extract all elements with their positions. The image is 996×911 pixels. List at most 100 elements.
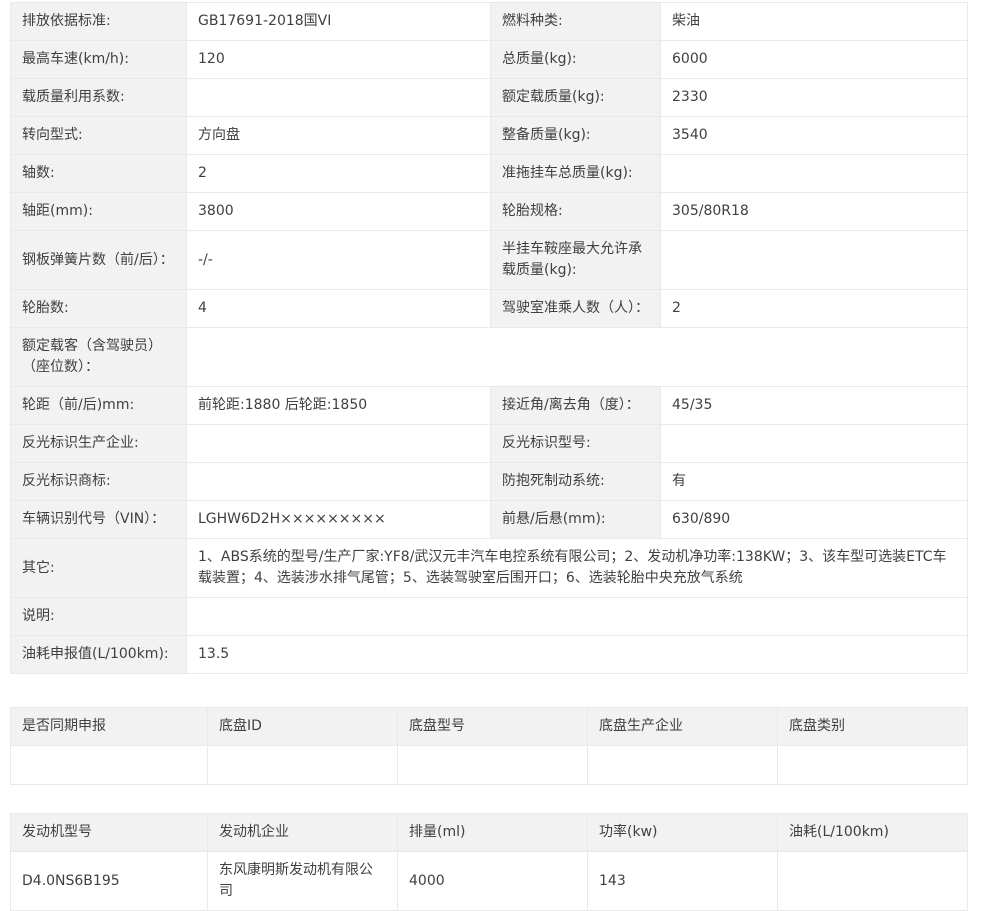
engine-table-head: 发动机型号发动机企业排量(ml)功率(kw)油耗(L/100km) (11, 814, 968, 852)
spec-row: 轮胎数:4驾驶室准乘人数（人）：2 (11, 290, 968, 328)
spec-row: 轴距(mm):3800轮胎规格:305/80R18 (11, 193, 968, 231)
chassis-header-cell: 底盘类别 (778, 708, 968, 746)
spec-label-cell: 防抱死制动系统: (491, 463, 661, 501)
engine-cell: 143 (588, 852, 778, 911)
spec-value-cell: 前轮距:1880 后轮距:1850 (187, 387, 491, 425)
spec-row: 其它:1、ABS系统的型号/生产厂家:YF8/武汉元丰汽车电控系统有限公司；2、… (11, 539, 968, 598)
spec-value-cell (187, 328, 968, 387)
spec-label-cell: 转向型式: (11, 117, 187, 155)
engine-data-row: D4.0NS6B195东风康明斯发动机有限公司4000143 (11, 852, 968, 911)
spec-label-cell: 反光标识生产企业: (11, 425, 187, 463)
spec-label-cell: 轮胎数: (11, 290, 187, 328)
spec-value-cell: 1、ABS系统的型号/生产厂家:YF8/武汉元丰汽车电控系统有限公司；2、发动机… (187, 539, 968, 598)
chassis-header-cell: 底盘ID (208, 708, 398, 746)
engine-table: 发动机型号发动机企业排量(ml)功率(kw)油耗(L/100km) D4.0NS… (10, 813, 968, 911)
spec-label-cell: 燃料种类: (491, 3, 661, 41)
chassis-data-row (11, 746, 968, 785)
spec-label-cell: 接近角/离去角（度）： (491, 387, 661, 425)
spec-row: 轮距（前/后)mm:前轮距:1880 后轮距:1850接近角/离去角（度）：45… (11, 387, 968, 425)
spec-value-cell: 柴油 (661, 3, 968, 41)
spec-label-cell: 准拖挂车总质量(kg): (491, 155, 661, 193)
spec-row: 油耗申报值(L/100km):13.5 (11, 636, 968, 674)
vehicle-spec-table-body: 排放依据标准:GB17691-2018国VI燃料种类:柴油最高车速(km/h):… (11, 3, 968, 674)
spec-label-cell: 前悬/后悬(mm): (491, 501, 661, 539)
spec-value-cell (661, 231, 968, 290)
engine-table-body: D4.0NS6B195东风康明斯发动机有限公司4000143 (11, 852, 968, 911)
spec-row: 最高车速(km/h):120总质量(kg):6000 (11, 41, 968, 79)
vehicle-spec-table: 排放依据标准:GB17691-2018国VI燃料种类:柴油最高车速(km/h):… (10, 2, 968, 674)
spec-label-cell: 半挂车鞍座最大允许承载质量(kg): (491, 231, 661, 290)
spec-label-cell: 油耗申报值(L/100km): (11, 636, 187, 674)
spec-label-cell: 其它: (11, 539, 187, 598)
spec-label-cell: 轮胎规格: (491, 193, 661, 231)
spec-value-cell: 有 (661, 463, 968, 501)
chassis-header-row: 是否同期申报底盘ID底盘型号底盘生产企业底盘类别 (11, 708, 968, 746)
chassis-cell (778, 746, 968, 785)
spec-value-cell: 6000 (661, 41, 968, 79)
spec-value-cell: 45/35 (661, 387, 968, 425)
spec-label-cell: 总质量(kg): (491, 41, 661, 79)
spec-value-cell: 2 (187, 155, 491, 193)
spec-row: 排放依据标准:GB17691-2018国VI燃料种类:柴油 (11, 3, 968, 41)
spec-label-cell: 整备质量(kg): (491, 117, 661, 155)
engine-cell: D4.0NS6B195 (11, 852, 208, 911)
engine-header-cell: 排量(ml) (398, 814, 588, 852)
chassis-table-head: 是否同期申报底盘ID底盘型号底盘生产企业底盘类别 (11, 708, 968, 746)
spec-value-cell: -/- (187, 231, 491, 290)
spec-value-cell: 3540 (661, 117, 968, 155)
spec-label-cell: 排放依据标准: (11, 3, 187, 41)
vehicle-announcement-spec-page: 排放依据标准:GB17691-2018国VI燃料种类:柴油最高车速(km/h):… (0, 0, 967, 911)
spec-value-cell: 2 (661, 290, 968, 328)
spec-row: 反光标识商标:防抱死制动系统:有 (11, 463, 968, 501)
engine-cell: 4000 (398, 852, 588, 911)
chassis-table: 是否同期申报底盘ID底盘型号底盘生产企业底盘类别 (10, 707, 968, 785)
spec-value-cell (187, 463, 491, 501)
spec-row: 额定载客（含驾驶员）（座位数）： (11, 328, 968, 387)
spec-value-cell: 3800 (187, 193, 491, 231)
spec-label-cell: 额定载客（含驾驶员）（座位数）： (11, 328, 187, 387)
spec-value-cell: 120 (187, 41, 491, 79)
chassis-cell (398, 746, 588, 785)
chassis-header-cell: 底盘生产企业 (588, 708, 778, 746)
spec-value-cell: 13.5 (187, 636, 968, 674)
engine-header-cell: 发动机企业 (208, 814, 398, 852)
spec-value-cell: 305/80R18 (661, 193, 968, 231)
spec-label-cell: 驾驶室准乘人数（人）： (491, 290, 661, 328)
spec-value-cell: 630/890 (661, 501, 968, 539)
spec-label-cell: 轴距(mm): (11, 193, 187, 231)
spec-value-cell (187, 425, 491, 463)
engine-cell (778, 852, 968, 911)
spec-label-cell: 轮距（前/后)mm: (11, 387, 187, 425)
engine-cell: 东风康明斯发动机有限公司 (208, 852, 398, 911)
spec-row: 载质量利用系数:额定载质量(kg):2330 (11, 79, 968, 117)
spec-value-cell: LGHW6D2H××××××××× (187, 501, 491, 539)
engine-header-cell: 功率(kw) (588, 814, 778, 852)
chassis-cell (11, 746, 208, 785)
chassis-header-cell: 是否同期申报 (11, 708, 208, 746)
chassis-cell (208, 746, 398, 785)
spec-value-cell: GB17691-2018国VI (187, 3, 491, 41)
spec-row: 转向型式:方向盘整备质量(kg):3540 (11, 117, 968, 155)
engine-header-row: 发动机型号发动机企业排量(ml)功率(kw)油耗(L/100km) (11, 814, 968, 852)
spec-label-cell: 钢板弹簧片数（前/后）： (11, 231, 187, 290)
spec-label-cell: 轴数: (11, 155, 187, 193)
spec-row: 车辆识别代号（VIN）：LGHW6D2H×××××××××前悬/后悬(mm):6… (11, 501, 968, 539)
spec-label-cell: 车辆识别代号（VIN）： (11, 501, 187, 539)
engine-header-cell: 油耗(L/100km) (778, 814, 968, 852)
spec-row: 钢板弹簧片数（前/后）：-/-半挂车鞍座最大允许承载质量(kg): (11, 231, 968, 290)
spec-label-cell: 最高车速(km/h): (11, 41, 187, 79)
spec-row: 反光标识生产企业:反光标识型号: (11, 425, 968, 463)
chassis-table-body (11, 746, 968, 785)
spec-value-cell (661, 425, 968, 463)
chassis-header-cell: 底盘型号 (398, 708, 588, 746)
spec-label-cell: 额定载质量(kg): (491, 79, 661, 117)
spec-value-cell (187, 79, 491, 117)
spec-row: 说明: (11, 598, 968, 636)
spec-value-cell (661, 155, 968, 193)
spec-value-cell (187, 598, 968, 636)
spec-value-cell: 2330 (661, 79, 968, 117)
spec-label-cell: 说明: (11, 598, 187, 636)
engine-header-cell: 发动机型号 (11, 814, 208, 852)
spec-value-cell: 4 (187, 290, 491, 328)
chassis-cell (588, 746, 778, 785)
